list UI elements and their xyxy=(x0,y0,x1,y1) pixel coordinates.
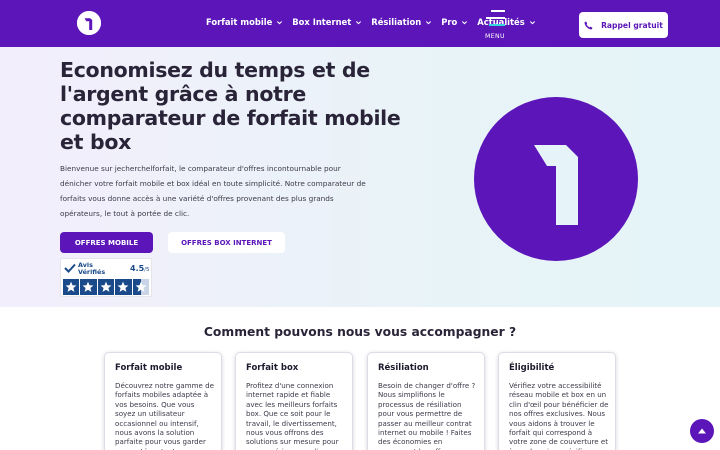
nav-box-internet[interactable]: Box Internet xyxy=(292,17,362,27)
card-title: Forfait box xyxy=(246,363,299,373)
card-title: Forfait mobile xyxy=(115,363,183,373)
scroll-to-top-button[interactable] xyxy=(690,419,714,443)
avis-stars xyxy=(63,279,149,295)
nav-pro[interactable]: Pro xyxy=(441,17,468,27)
avis-score-max: /5 xyxy=(144,267,150,273)
arrow-up-icon xyxy=(698,428,706,434)
avis-brand-name: Avis Vérifiés xyxy=(78,261,106,276)
number-one-logo-icon xyxy=(77,11,101,35)
offres-box-internet-button[interactable]: OFFRES BOX INTERNET xyxy=(168,232,285,253)
star-icon xyxy=(80,279,97,295)
card-body: Profitez d'une connexion internet rapide… xyxy=(246,381,339,450)
star-icon xyxy=(115,279,132,295)
half-star-icon xyxy=(132,279,149,295)
avis-score-value: 4.5 xyxy=(130,264,145,273)
chevron-down-icon xyxy=(356,20,362,24)
card-forfait-mobile[interactable]: Forfait mobile Découvrez notre gamme de … xyxy=(104,352,222,450)
card-title: Résiliation xyxy=(378,363,429,373)
nav-forfait-mobile[interactable]: Forfait mobile xyxy=(206,17,283,27)
card-eligibilite[interactable]: Éligibilité Vérifiez votre accessibilité… xyxy=(498,352,616,450)
nav-resiliation[interactable]: Résiliation xyxy=(371,17,432,27)
nav-label: Forfait mobile xyxy=(206,17,273,27)
hero-title: Economisez du temps et de l'argent grâce… xyxy=(60,58,401,154)
avis-score: 4.5/5 xyxy=(130,264,150,273)
card-body: Vérifiez votre accessibilité réseau mobi… xyxy=(509,381,609,450)
card-title: Éligibilité xyxy=(509,363,555,373)
nav-label: Résiliation xyxy=(371,17,422,27)
rappel-label: Rappel gratuit xyxy=(601,20,663,30)
card-body: Découvrez notre gamme de forfaits mobile… xyxy=(115,381,215,450)
avis-verifies-logo-icon xyxy=(64,263,76,273)
offres-mobile-button[interactable]: OFFRES MOBILE xyxy=(60,232,153,253)
card-resiliation[interactable]: Résiliation Besoin de changer d'offre ? … xyxy=(367,352,485,450)
card-forfait-box[interactable]: Forfait box Profitez d'une connexion int… xyxy=(235,352,353,450)
hero-description: Bienvenue sur jecherchelforfait, le comp… xyxy=(60,164,366,218)
star-icon xyxy=(63,279,80,295)
site-header: Forfait mobile Box Internet Résiliation … xyxy=(0,0,720,47)
menu-button[interactable]: MENU xyxy=(482,9,508,41)
phone-icon xyxy=(584,21,593,29)
nav-label: Pro xyxy=(441,17,458,27)
chevron-down-icon xyxy=(426,20,432,24)
site-logo[interactable] xyxy=(77,11,101,35)
section-title: Comment pouvons nous vous accompagner ? xyxy=(203,325,517,339)
card-body: Besoin de changer d'offre ? Nous simplif… xyxy=(378,381,476,450)
nav-label: Box Internet xyxy=(292,17,352,27)
avis-verifies-widget[interactable]: Avis Vérifiés 4.5/5 xyxy=(60,258,152,297)
chevron-down-icon xyxy=(277,20,283,24)
rappel-gratuit-button[interactable]: Rappel gratuit xyxy=(579,12,668,38)
hamburger-icon xyxy=(486,10,505,26)
chevron-down-icon xyxy=(529,20,535,24)
chevron-down-icon xyxy=(462,20,468,24)
menu-label: MENU xyxy=(484,33,505,40)
star-icon xyxy=(97,279,115,295)
number-one-big-logo-icon xyxy=(474,97,638,261)
